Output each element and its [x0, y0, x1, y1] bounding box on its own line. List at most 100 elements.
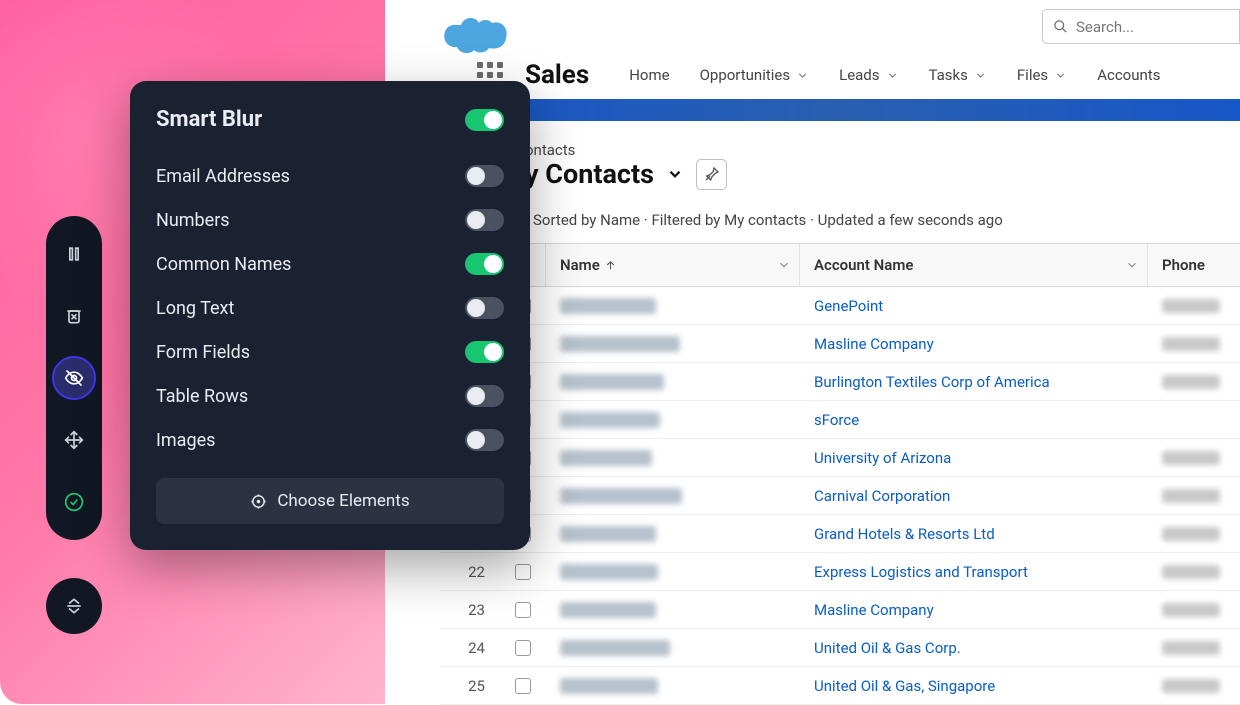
row-phone-blurred: [1148, 299, 1240, 313]
toggle-1[interactable]: [465, 209, 504, 231]
col-account[interactable]: Account Name: [800, 244, 1148, 286]
choose-elements-button[interactable]: Choose Elements: [156, 478, 504, 524]
row-checkbox[interactable]: [499, 640, 546, 656]
chevron-down-icon[interactable]: [666, 165, 684, 183]
table-row: sForce: [440, 401, 1240, 439]
nav-files[interactable]: Files: [1017, 66, 1067, 84]
blur-tool-button[interactable]: [54, 358, 94, 398]
row-name-blurred: [546, 488, 800, 504]
done-button[interactable]: [54, 482, 94, 522]
row-account[interactable]: United Oil & Gas, Singapore: [800, 677, 1148, 695]
capture-toolbar: [46, 216, 102, 540]
table-row: Grand Hotels & Resorts Ltd: [440, 515, 1240, 553]
chevron-down-icon: [886, 69, 899, 82]
page-ribbon: [440, 99, 1240, 121]
table-row: University of Arizona: [440, 439, 1240, 477]
search-placeholder: Search...: [1076, 18, 1134, 36]
row-phone-blurred: [1148, 565, 1240, 579]
option-common-names: Common Names: [156, 242, 504, 286]
row-name-blurred: [546, 640, 800, 656]
chevron-down-icon[interactable]: [777, 258, 791, 272]
salesforce-logo: [443, 9, 509, 59]
table-row: 25 United Oil & Gas, Singapore: [440, 667, 1240, 705]
row-account[interactable]: GenePoint: [800, 297, 1148, 315]
table-row: Masline Company: [440, 325, 1240, 363]
row-account[interactable]: Grand Hotels & Resorts Ltd: [800, 525, 1148, 543]
option-email-addresses: Email Addresses: [156, 154, 504, 198]
chevron-down-icon[interactable]: [1125, 258, 1139, 272]
row-phone-blurred: [1148, 679, 1240, 693]
toggle-6[interactable]: [465, 429, 504, 451]
row-name-blurred: [546, 678, 800, 694]
row-name-blurred: [546, 374, 800, 390]
nav-leads[interactable]: Leads: [839, 66, 898, 84]
row-name-blurred: [546, 526, 800, 542]
object-label: ontacts: [525, 141, 575, 159]
toggle-3[interactable]: [465, 297, 504, 319]
row-account[interactable]: Masline Company: [800, 335, 1148, 353]
row-checkbox[interactable]: [499, 602, 546, 618]
toggle-4[interactable]: [465, 341, 504, 363]
row-phone-blurred: [1148, 603, 1240, 617]
col-name[interactable]: Name: [546, 244, 800, 286]
row-account[interactable]: Masline Company: [800, 601, 1148, 619]
panel-title: Smart Blur: [156, 107, 262, 132]
col-phone[interactable]: Phone: [1148, 244, 1240, 286]
row-number: 25: [440, 677, 499, 695]
delete-button[interactable]: [54, 296, 94, 336]
nav-home[interactable]: Home: [629, 66, 669, 84]
row-name-blurred: [546, 298, 800, 314]
row-phone-blurred: [1148, 375, 1240, 389]
toggle-0[interactable]: [465, 165, 504, 187]
row-phone-blurred: [1148, 641, 1240, 655]
row-phone-blurred: [1148, 527, 1240, 541]
chevron-down-icon: [1054, 69, 1067, 82]
option-numbers: Numbers: [156, 198, 504, 242]
target-icon: [250, 493, 267, 510]
table-row: 23 Masline Company: [440, 591, 1240, 629]
row-account[interactable]: Carnival Corporation: [800, 487, 1148, 505]
table-row: 22 Express Logistics and Transport: [440, 553, 1240, 591]
table-header: Name Account Name Phone: [440, 243, 1240, 287]
master-toggle[interactable]: [465, 109, 504, 131]
collapse-button[interactable]: [46, 578, 102, 634]
nav-tasks[interactable]: Tasks: [929, 66, 987, 84]
row-number: 22: [440, 563, 499, 581]
table-row: Burlington Textiles Corp of America: [440, 363, 1240, 401]
sort-asc-icon: [604, 259, 617, 272]
row-account[interactable]: Burlington Textiles Corp of America: [800, 373, 1148, 391]
smart-blur-panel: Smart Blur Email AddressesNumbersCommon …: [130, 81, 530, 550]
row-account[interactable]: Express Logistics and Transport: [800, 563, 1148, 581]
search-icon: [1053, 19, 1068, 34]
row-phone-blurred: [1148, 337, 1240, 351]
chevron-down-icon: [974, 69, 987, 82]
option-table-rows: Table Rows: [156, 374, 504, 418]
pin-button[interactable]: [696, 159, 727, 190]
row-name-blurred: [546, 412, 800, 428]
table-row: GenePoint: [440, 287, 1240, 325]
global-search[interactable]: Search...: [1042, 9, 1240, 44]
row-name-blurred: [546, 564, 800, 580]
option-long-text: Long Text: [156, 286, 504, 330]
row-checkbox[interactable]: [499, 678, 546, 694]
row-account[interactable]: sForce: [800, 411, 1148, 429]
row-name-blurred: [546, 450, 800, 466]
app-name: Sales: [525, 60, 589, 90]
table-row: Carnival Corporation: [440, 477, 1240, 515]
nav-accounts[interactable]: Accounts: [1097, 66, 1160, 84]
option-form-fields: Form Fields: [156, 330, 504, 374]
row-number: 23: [440, 601, 499, 619]
nav-opportunities[interactable]: Opportunities: [700, 66, 810, 84]
move-tool-button[interactable]: [54, 420, 94, 460]
row-checkbox[interactable]: [499, 564, 546, 580]
row-account[interactable]: United Oil & Gas Corp.: [800, 639, 1148, 657]
table-row: 24 United Oil & Gas Corp.: [440, 629, 1240, 667]
toggle-2[interactable]: [465, 253, 504, 275]
row-phone-blurred: [1148, 451, 1240, 465]
row-number: 24: [440, 639, 499, 657]
pause-button[interactable]: [54, 234, 94, 274]
toggle-5[interactable]: [465, 385, 504, 407]
list-meta: Sorted by Name · Filtered by My contacts…: [533, 211, 1003, 229]
contacts-table: Name Account Name Phone GenePoint Masline…: [440, 243, 1240, 705]
row-account[interactable]: University of Arizona: [800, 449, 1148, 467]
